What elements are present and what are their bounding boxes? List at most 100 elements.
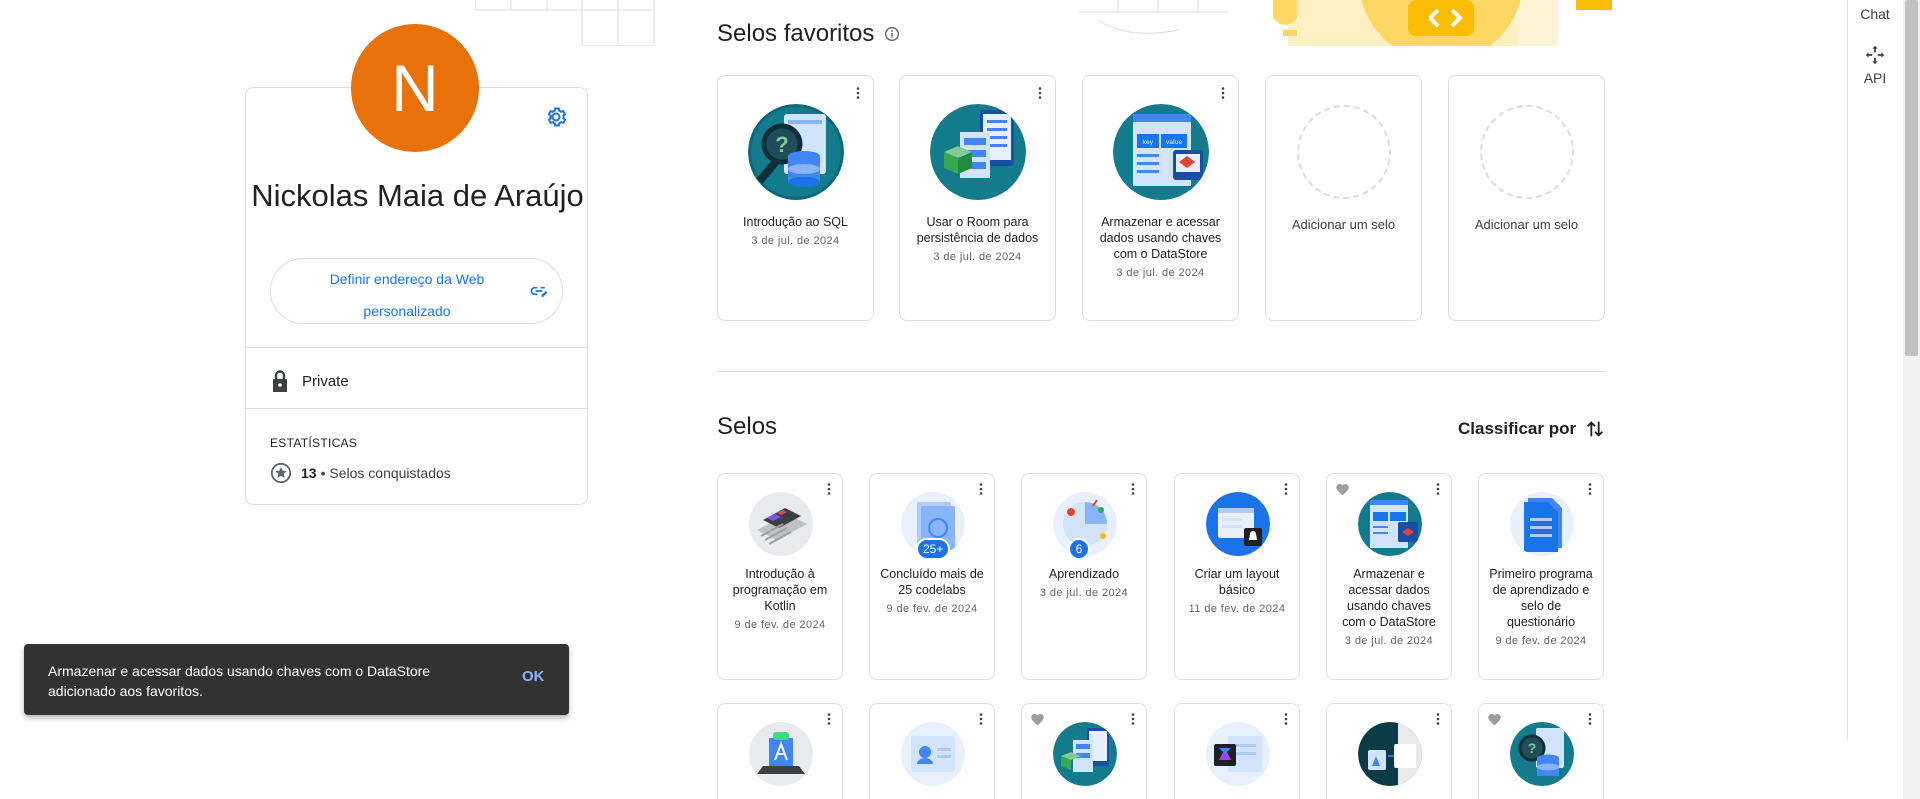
count-badge: 6 <box>1068 538 1090 560</box>
badges-label: • Selos conquistados <box>320 465 451 481</box>
badge-card[interactable]: Introdução à programação em Kotlin 9 de … <box>717 473 843 680</box>
stats-row: 13 • Selos conquistados <box>270 462 451 484</box>
chat-button[interactable]: Chat <box>1848 6 1902 22</box>
badge-card[interactable]: Criar um layout básico 11 de fev. de 202… <box>1174 473 1300 680</box>
more-vert-icon[interactable] <box>1033 86 1047 100</box>
badge-card[interactable] <box>717 703 843 799</box>
badge-card[interactable] <box>1021 703 1147 799</box>
scroll-thumb[interactable] <box>1905 0 1918 356</box>
badge-info: Aprendizado 3 de jul. de 2024 <box>1030 566 1138 601</box>
favorites-heading: Selos favoritos <box>717 20 900 48</box>
sort-label: Classificar por <box>1458 419 1577 438</box>
snackbar: Armazenar e acessar dados usando chaves … <box>24 644 569 715</box>
heart-icon[interactable] <box>1335 482 1350 496</box>
add-badge-slot[interactable]: Adicionar um selo <box>1265 75 1422 321</box>
room-badge-icon <box>1053 722 1117 786</box>
more-vert-icon[interactable] <box>1431 712 1445 726</box>
more-vert-icon[interactable] <box>1583 712 1597 726</box>
badge-date: 9 de fev. de 2024 <box>1495 635 1587 647</box>
decorative-grid <box>475 0 655 46</box>
more-vert-icon[interactable] <box>1279 712 1293 726</box>
section-divider <box>717 371 1605 372</box>
avatar: N <box>351 24 479 152</box>
favorites-title: Selos favoritos <box>717 20 875 47</box>
badge-card[interactable] <box>1174 703 1300 799</box>
badge-card[interactable] <box>869 703 995 799</box>
dark-theme-badge-icon <box>1358 722 1422 786</box>
favorite-badge-card[interactable]: Usar o Room para persistência de dados 3… <box>899 75 1056 321</box>
info-icon[interactable] <box>884 26 900 42</box>
more-vert-icon[interactable] <box>822 712 836 726</box>
badge-card[interactable]: 25+ Concluído mais de 25 codelabs 9 de f… <box>869 473 995 680</box>
more-vert-icon[interactable] <box>1583 482 1597 496</box>
badge-title: Concluído mais de 25 codelabs <box>880 567 984 597</box>
more-vert-icon[interactable] <box>1279 482 1293 496</box>
profile-card-badge-icon <box>901 722 965 786</box>
badge-info: Criar um layout básico 11 de fev. de 202… <box>1183 566 1291 617</box>
badge-title: Introdução à programação em Kotlin <box>732 567 828 613</box>
svg-text:?: ? <box>1528 740 1537 756</box>
badge-date: 3 de jul. de 2024 <box>933 251 1022 263</box>
empty-badge-placeholder <box>1480 105 1574 199</box>
svg-text:key: key <box>1143 139 1154 146</box>
more-vert-icon[interactable] <box>974 482 988 496</box>
snackbar-ok-button[interactable]: OK <box>522 668 545 685</box>
badge-card[interactable]: Armazenar e acessar dados usando chaves … <box>1326 473 1452 680</box>
badge-info: Armazenar e acessar dados usando chaves … <box>1335 566 1443 649</box>
move-arrows-icon <box>1865 45 1885 65</box>
datastore-badge-icon <box>1358 492 1422 556</box>
badges-count: 13 <box>301 465 317 481</box>
badge-title: Armazenar e acessar dados usando chaves … <box>1342 567 1436 629</box>
datastore-badge-icon: key value <box>1113 104 1209 200</box>
api-button[interactable]: API <box>1848 44 1902 86</box>
more-vert-icon[interactable] <box>1126 482 1140 496</box>
badge-date: 3 de jul. de 2024 <box>751 235 840 247</box>
badge-date: 11 de fev. de 2024 <box>1188 603 1286 615</box>
badge-info: Introdução à programação em Kotlin 9 de … <box>726 566 834 633</box>
custom-url-button[interactable]: Definir endereço da Web personalizado <box>270 258 563 324</box>
compose-badge-icon <box>1206 722 1270 786</box>
chat-label: Chat <box>1860 6 1890 22</box>
more-vert-icon[interactable] <box>1431 482 1445 496</box>
more-vert-icon[interactable] <box>1126 712 1140 726</box>
favorite-badge-info: Armazenar e acessar dados usando chaves … <box>1093 214 1228 281</box>
more-vert-icon[interactable] <box>1216 86 1230 100</box>
empty-badge-placeholder <box>1297 105 1391 199</box>
badge-title: Primeiro programa de aprendizado e selo … <box>1489 567 1593 629</box>
api-label: API <box>1863 70 1887 86</box>
snackbar-message: Armazenar e acessar dados usando chaves … <box>48 663 431 699</box>
right-rail: Chat API <box>1847 0 1901 740</box>
sql-badge-icon: ? <box>748 104 844 200</box>
page-scrollbar[interactable] <box>1903 0 1920 799</box>
add-badge-label: Adicionar um selo <box>1474 217 1579 232</box>
badge-card[interactable]: 6 Aprendizado 3 de jul. de 2024 <box>1021 473 1147 680</box>
avatar-initial: N <box>391 51 439 125</box>
more-vert-icon[interactable] <box>822 482 836 496</box>
gear-icon[interactable] <box>544 105 568 129</box>
badge-card[interactable]: ? <box>1478 703 1604 799</box>
badge-title: Aprendizado <box>1048 567 1120 581</box>
more-vert-icon[interactable] <box>974 712 988 726</box>
favorite-badge-card[interactable]: key value Armazenar e acessar dados usan… <box>1082 75 1239 321</box>
profile-name: Nickolas Maia de Araújo <box>251 178 584 213</box>
badge-date: 9 de fev. de 2024 <box>734 619 826 631</box>
lock-icon <box>273 370 287 392</box>
svg-text:?: ? <box>775 132 788 157</box>
visibility-row: Private <box>270 366 349 396</box>
count-badge: 25+ <box>916 538 951 560</box>
kotlin-badge-icon <box>749 492 813 556</box>
sort-button[interactable]: Classificar por <box>1458 418 1606 440</box>
heart-icon[interactable] <box>1030 712 1045 726</box>
stats-title: ESTATÍSTICAS <box>270 436 358 450</box>
more-vert-icon[interactable] <box>851 86 865 100</box>
badges-heading: Selos <box>717 413 778 440</box>
star-badge-icon <box>270 462 292 484</box>
layout-badge-icon <box>1206 492 1270 556</box>
badge-card[interactable] <box>1326 703 1452 799</box>
sql-badge-icon: ? <box>1510 722 1574 786</box>
heart-icon[interactable] <box>1487 712 1502 726</box>
svg-text:value: value <box>1166 139 1183 146</box>
add-badge-slot[interactable]: Adicionar um selo <box>1448 75 1605 321</box>
favorite-badge-card[interactable]: ? Introdução ao SQL 3 de jul. de 2024 <box>717 75 874 321</box>
badge-card[interactable]: Primeiro programa de aprendizado e selo … <box>1478 473 1604 680</box>
